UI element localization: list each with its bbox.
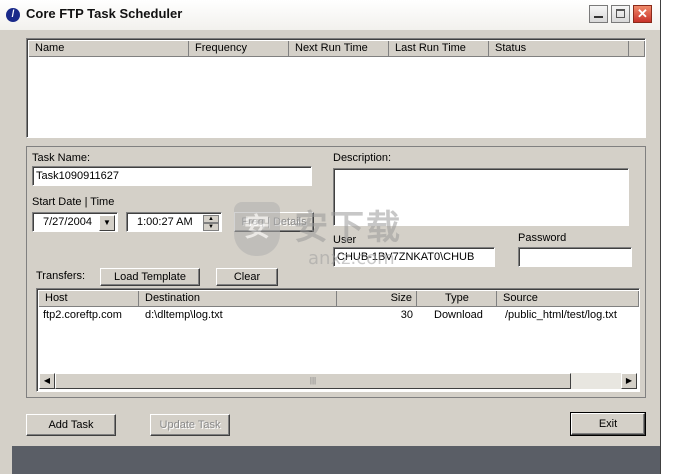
column-header-frequency[interactable]: Frequency xyxy=(189,41,289,57)
start-date-value: 7/27/2004 xyxy=(43,216,92,228)
maximize-button[interactable] xyxy=(611,5,630,23)
transfer-type: Download xyxy=(434,309,483,321)
column-header-size[interactable]: Size xyxy=(337,291,417,307)
column-header-host[interactable]: Host xyxy=(39,291,139,307)
watermark-url: anxz.com xyxy=(308,248,395,269)
watermark: 安 安下载 anxz.com xyxy=(228,198,444,278)
scroll-left-icon[interactable]: ◀ xyxy=(39,373,55,389)
scroll-right-icon[interactable]: ▶ xyxy=(621,373,637,389)
task-name-input[interactable]: Task1090911627 xyxy=(32,166,312,186)
transfer-size: 30 xyxy=(400,309,413,321)
start-time-value: 1:00:27 AM xyxy=(137,216,193,228)
spin-down-icon[interactable]: ▼ xyxy=(203,223,219,231)
transfers-list[interactable]: Host Destination Size Type Source ftp2.c… xyxy=(36,288,640,392)
minimize-button[interactable] xyxy=(589,5,608,23)
transfer-host: ftp2.coreftp.com xyxy=(43,309,122,321)
spin-up-icon[interactable]: ▲ xyxy=(203,215,219,223)
exit-button[interactable]: Exit xyxy=(570,412,646,436)
window-title: Core FTP Task Scheduler xyxy=(26,6,183,21)
bottom-frame xyxy=(12,446,660,474)
title-bar[interactable]: / Core FTP Task Scheduler ✕ xyxy=(0,0,660,31)
task-list[interactable]: Name Frequency Next Run Time Last Run Ti… xyxy=(26,38,646,138)
column-header-last-run-time[interactable]: Last Run Time xyxy=(389,41,489,57)
close-button[interactable]: ✕ xyxy=(633,5,652,23)
task-scheduler-window: / Core FTP Task Scheduler ✕ Name Frequen… xyxy=(0,0,661,474)
shield-icon: 安 xyxy=(234,202,280,256)
column-header-next-run-time[interactable]: Next Run Time xyxy=(289,41,389,57)
add-task-button[interactable]: Add Task xyxy=(26,414,116,436)
load-template-button[interactable]: Load Template xyxy=(100,268,200,286)
transfer-source: /public_html/test/log.txt xyxy=(505,309,617,321)
description-label: Description: xyxy=(333,152,392,164)
column-header-destination[interactable]: Destination xyxy=(139,291,337,307)
column-header-type[interactable]: Type xyxy=(417,291,497,307)
minimize-icon xyxy=(594,16,603,18)
column-header-name[interactable]: Name xyxy=(29,41,189,57)
chevron-down-icon[interactable]: ▼ xyxy=(99,215,115,231)
start-date-time-label: Start Date | Time xyxy=(32,196,115,208)
watermark-text: 安下载 xyxy=(294,208,402,248)
password-input[interactable] xyxy=(518,247,632,267)
start-date-picker[interactable]: 7/27/2004 ▼ xyxy=(32,212,118,232)
column-header-filler xyxy=(629,41,645,57)
maximize-icon xyxy=(616,9,625,18)
column-header-source[interactable]: Source xyxy=(497,291,639,307)
close-icon: ✕ xyxy=(637,6,648,21)
column-header-status[interactable]: Status xyxy=(489,41,629,57)
task-name-label: Task Name: xyxy=(32,152,91,164)
background-strip xyxy=(661,0,675,474)
app-logo-icon: / xyxy=(6,8,20,22)
transfers-label: Transfers: xyxy=(36,270,86,282)
scroll-thumb[interactable]: ||| xyxy=(55,373,571,389)
password-label: Password xyxy=(518,232,567,244)
horizontal-scrollbar[interactable]: ◀ ||| ▶ xyxy=(39,373,637,389)
update-task-button[interactable]: Update Task xyxy=(150,414,230,436)
start-time-spinner[interactable]: 1:00:27 AM ▲ ▼ xyxy=(126,212,222,232)
transfer-destination: d:\dltemp\log.txt xyxy=(145,309,223,321)
